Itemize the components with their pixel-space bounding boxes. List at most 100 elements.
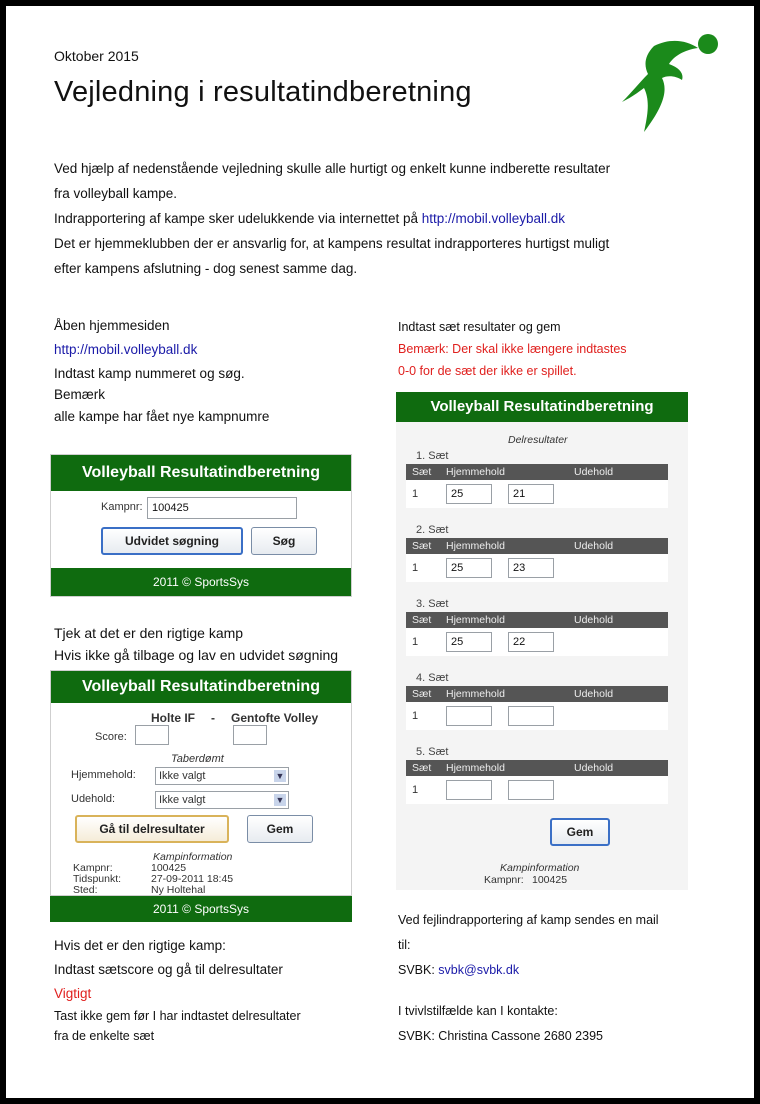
- step1-line-3: Bemærk: [54, 387, 106, 402]
- match-info-labels: Kampnr: Tidspunkt: Sted:: [73, 863, 121, 896]
- match-widget-header: Volleyball Resultatindberetning: [51, 671, 351, 703]
- set-block: 4. Sæt Sæt Hjemmehold Udehold 1: [406, 670, 668, 730]
- home-forfeit-select[interactable]: Ikke valgt ▼: [155, 767, 289, 785]
- set-number: 1: [412, 784, 419, 796]
- home-col-header: Hjemmehold: [446, 540, 505, 552]
- set-number: 1: [412, 562, 419, 574]
- search-widget-footer: 2011 © SportsSys: [51, 568, 351, 596]
- search-widget: Volleyball Resultatindberetning Kampnr: …: [50, 454, 352, 597]
- away-set-score-input[interactable]: 21: [508, 484, 554, 504]
- set-title: 1. Sæt: [416, 450, 449, 462]
- home-col-header: Hjemmehold: [446, 614, 505, 626]
- away-set-score-input[interactable]: 22: [508, 632, 554, 652]
- set-col-header: Sæt: [412, 762, 432, 774]
- step1-line-1: Åben hjemmesiden: [54, 318, 170, 333]
- away-forfeit-select[interactable]: Ikke valgt ▼: [155, 791, 289, 809]
- extended-search-button[interactable]: Udvidet søgning: [101, 527, 243, 555]
- set-row: 1: [406, 776, 668, 804]
- contact-line-2: til:: [398, 938, 411, 952]
- step3-line-2: Indtast sætscore og gå til delresultater: [54, 962, 283, 977]
- set-title: 4. Sæt: [416, 672, 449, 684]
- go-to-set-results-button[interactable]: Gå til delresultater: [75, 815, 229, 843]
- away-col-header: Udehold: [574, 466, 614, 478]
- step1-line-2: Indtast kamp nummeret og søg.: [54, 366, 245, 381]
- set-header-row: Sæt Hjemmehold Udehold: [406, 612, 668, 628]
- away-set-score-input[interactable]: 23: [508, 558, 554, 578]
- step3-important: Vigtigt: [54, 986, 92, 1001]
- delresultater-label: Delresultater: [508, 434, 568, 446]
- set-block: 2. Sæt Sæt Hjemmehold Udehold 1 25 23: [406, 522, 668, 582]
- save-sets-button[interactable]: Gem: [550, 818, 610, 846]
- kampnr-input[interactable]: 100425: [147, 497, 297, 519]
- score-label: Score:: [95, 731, 127, 743]
- kampnr-label: Kampnr:: [101, 501, 143, 513]
- home-col-header: Hjemmehold: [446, 688, 505, 700]
- set-row: 1 25 22: [406, 628, 668, 656]
- set-row: 1: [406, 702, 668, 730]
- search-widget-header: Volleyball Resultatindberetning: [51, 455, 351, 491]
- search-button[interactable]: Søg: [251, 527, 317, 555]
- set-header-row: Sæt Hjemmehold Udehold: [406, 464, 668, 480]
- contact-line-1: Ved fejlindrapportering af kamp sendes e…: [398, 913, 659, 927]
- chevron-down-icon: ▼: [274, 794, 286, 806]
- set-title: 3. Sæt: [416, 598, 449, 610]
- team-separator: -: [211, 711, 215, 725]
- volleyball-player-logo-icon: [622, 34, 718, 132]
- home-set-score-input[interactable]: [446, 706, 492, 726]
- step2-line-1: Tjek at det er den rigtige kamp: [54, 625, 244, 641]
- step3-text: Hvis det er den rigtige kamp: Indtast sæ…: [54, 934, 301, 1046]
- away-set-score-input[interactable]: [508, 780, 554, 800]
- set-title: 2. Sæt: [416, 524, 449, 536]
- intro-line-3: Indrapportering af kampe sker udelukkend…: [54, 206, 734, 231]
- contact-svbk-label: SVBK:: [398, 963, 439, 977]
- set-header-row: Sæt Hjemmehold Udehold: [406, 686, 668, 702]
- intro-paragraph: Ved hjælp af nedenstående vejledning sku…: [54, 156, 734, 281]
- away-col-header: Udehold: [574, 688, 614, 700]
- match-widget: Volleyball Resultatindberetning Holte IF…: [50, 670, 352, 896]
- set-results-widget-header: Volleyball Resultatindberetning: [396, 392, 688, 422]
- home-forfeit-value: Ikke valgt: [159, 770, 206, 782]
- set-row: 1 25 23: [406, 554, 668, 582]
- set-row: 1 25 21: [406, 480, 668, 508]
- set-number: 1: [412, 636, 419, 648]
- set-col-header: Sæt: [412, 688, 432, 700]
- set-header-row: Sæt Hjemmehold Udehold: [406, 538, 668, 554]
- set-col-header: Sæt: [412, 540, 432, 552]
- intro-line-2: fra volleyball kampe.: [54, 186, 178, 201]
- set-number: 1: [412, 710, 419, 722]
- home-col-header: Hjemmehold: [446, 466, 505, 478]
- set-info-kampnr-label: Kampnr:: [484, 874, 524, 886]
- step2-text: Tjek at det er den rigtige kamp Hvis ikk…: [54, 622, 338, 666]
- match-info-values: 100425 27-09-2011 18:45 Ny Holtehal: [151, 863, 233, 896]
- intro-line-5: efter kampens afslutning - dog senest sa…: [54, 261, 358, 276]
- contact-text: Ved fejlindrapportering af kamp sendes e…: [398, 908, 659, 1049]
- step1-text: Åben hjemmesiden http://mobil.volleyball…: [54, 314, 394, 430]
- set-col-header: Sæt: [412, 466, 432, 478]
- home-set-score-input[interactable]: 25: [446, 484, 492, 504]
- document-page: Oktober 2015 Vejledning i resultatindber…: [6, 6, 754, 1098]
- home-score-input[interactable]: [135, 725, 169, 745]
- home-forfeit-label: Hjemmehold:: [71, 769, 136, 781]
- away-col-header: Udehold: [574, 762, 614, 774]
- info-venue-value: Ny Holtehal: [151, 884, 206, 896]
- away-set-score-input[interactable]: [508, 706, 554, 726]
- home-set-score-input[interactable]: 25: [446, 632, 492, 652]
- match-widget-footer: 2011 © SportsSys: [50, 896, 352, 922]
- away-score-input[interactable]: [233, 725, 267, 745]
- set-block: 3. Sæt Sæt Hjemmehold Udehold 1 25 22: [406, 596, 668, 656]
- contact-email-line: SVBK: svbk@svbk.dk: [398, 958, 659, 983]
- intro-link[interactable]: http://mobil.volleyball.dk: [422, 211, 565, 226]
- home-set-score-input[interactable]: [446, 780, 492, 800]
- save-button[interactable]: Gem: [247, 815, 313, 843]
- away-forfeit-label: Udehold:: [71, 793, 116, 805]
- taberdomt-label: Taberdømt: [171, 753, 224, 765]
- set-results-note-2: 0-0 for de sæt der ikke er spillet.: [398, 364, 577, 378]
- step1-link[interactable]: http://mobil.volleyball.dk: [54, 338, 394, 362]
- contact-email-link[interactable]: svbk@svbk.dk: [438, 963, 519, 977]
- set-title: 5. Sæt: [416, 746, 449, 758]
- intro-line-1: Ved hjælp af nedenstående vejledning sku…: [54, 161, 611, 176]
- home-set-score-input[interactable]: 25: [446, 558, 492, 578]
- home-team-name: Holte IF: [151, 711, 195, 725]
- step3-line-4: fra de enkelte sæt: [54, 1029, 155, 1043]
- set-results-line-1: Indtast sæt resultater og gem: [398, 320, 561, 334]
